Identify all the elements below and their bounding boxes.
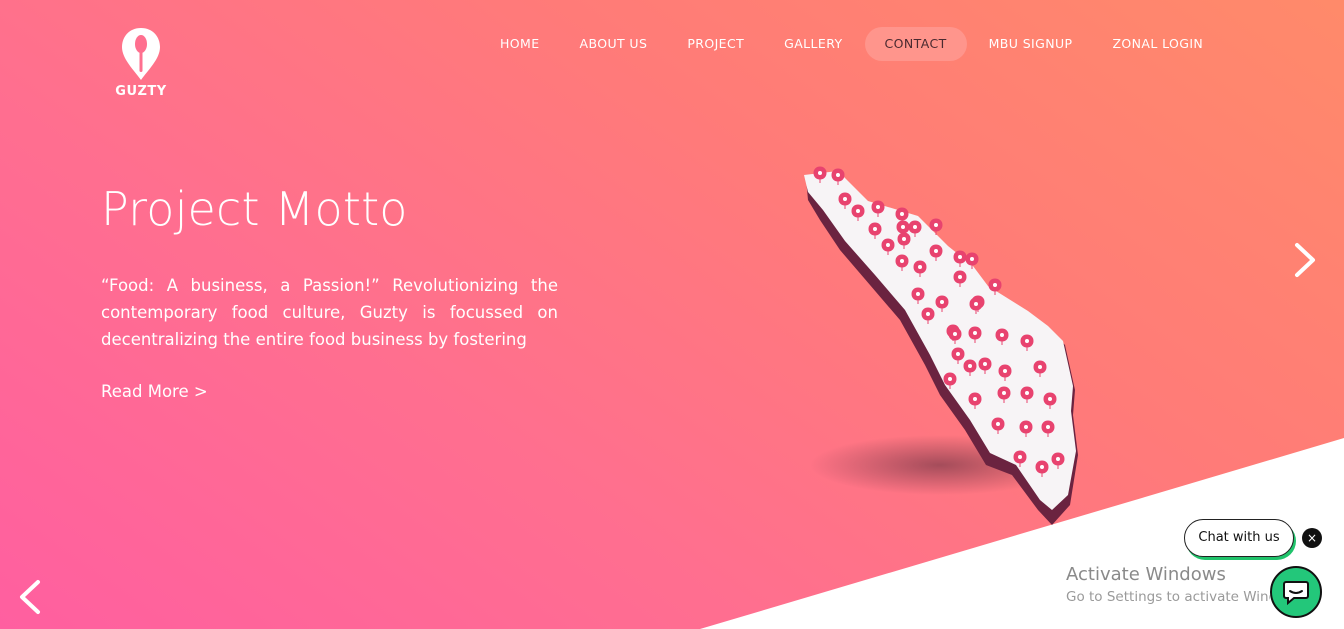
map-pin-dot: [886, 243, 890, 247]
map-pin-dot: [1038, 365, 1042, 369]
map-pin-dot: [1018, 455, 1022, 459]
nav-gallery[interactable]: GALLERY: [764, 27, 862, 61]
map-pin-dot: [1025, 391, 1029, 395]
map-pin-dot: [1002, 391, 1006, 395]
map-pin-dot: [900, 259, 904, 263]
slider-prev-button[interactable]: [12, 572, 52, 622]
map-pin-dot: [958, 275, 962, 279]
map-pin-dot: [1003, 369, 1007, 373]
chat-with-us-button[interactable]: Chat with us: [1184, 519, 1294, 557]
map-pin-dot: [956, 352, 960, 356]
brand-name: GUZTY: [115, 84, 167, 99]
map-pin-dot: [934, 223, 938, 227]
map-pin-dot: [996, 422, 1000, 426]
map-pin-dot: [983, 362, 987, 366]
map-pin-dot: [918, 265, 922, 269]
nav-contact[interactable]: CONTACT: [864, 27, 967, 61]
hero-title: Project Motto: [101, 182, 408, 236]
chat-bubble-icon: [1283, 581, 1309, 605]
main-navigation: HOME ABOUT US PROJECT GALLERY CONTACT MB…: [480, 27, 1223, 61]
map-pin-dot: [974, 302, 978, 306]
map-pin-dot: [934, 249, 938, 253]
map-pin-dot: [843, 197, 847, 201]
activate-windows-subtitle: Go to Settings to activate Windows.: [1066, 589, 1270, 605]
spoon-pin-logo-icon: [122, 28, 160, 80]
map-pin-dot: [876, 205, 880, 209]
map-pin-dot: [973, 331, 977, 335]
map-pin-dot: [973, 397, 977, 401]
map-pin-dot: [856, 209, 860, 213]
map-pin-dot: [1040, 465, 1044, 469]
map-pin-dot: [913, 225, 917, 229]
brand-logo[interactable]: GUZTY: [110, 26, 172, 102]
map-pin-dot: [1048, 397, 1052, 401]
map-pin-dot: [940, 300, 944, 304]
map-pin-dot: [916, 292, 920, 296]
chat-launcher-button[interactable]: [1270, 566, 1322, 618]
kerala-map-illustration: [790, 165, 1090, 545]
map-pin-dot: [1046, 425, 1050, 429]
map-pin-dot: [1000, 333, 1004, 337]
chevron-left-icon: [20, 580, 40, 614]
map-pin-dot: [970, 257, 974, 261]
map-pin-dot: [836, 173, 840, 177]
chat-close-button[interactable]: ×: [1302, 528, 1322, 548]
map-pin-dot: [873, 227, 877, 231]
nav-project[interactable]: PROJECT: [667, 27, 764, 61]
map-pin-dot: [1024, 425, 1028, 429]
chevron-right-icon: [1295, 243, 1315, 277]
hero-description: “Food: A business, a Passion!” Revolutio…: [101, 276, 558, 349]
nav-zonal-login[interactable]: ZONAL LOGIN: [1092, 27, 1223, 61]
map-pin-dot: [968, 364, 972, 368]
map-pin-dot: [818, 171, 822, 175]
map-pin-dot: [953, 332, 957, 336]
map-pin-dot: [1056, 457, 1060, 461]
map-pin-dot: [993, 283, 997, 287]
activate-windows-title: Activate Windows: [1066, 564, 1226, 585]
nav-about-us[interactable]: ABOUT US: [560, 27, 668, 61]
map-pin-dot: [901, 225, 905, 229]
read-more-link[interactable]: Read More >: [101, 382, 208, 401]
map-pin-dot: [958, 255, 962, 259]
map-pin-dot: [948, 377, 952, 381]
nav-mbu-signup[interactable]: MBU SIGNUP: [969, 27, 1093, 61]
map-pin-dot: [926, 312, 930, 316]
map-pin-dot: [902, 237, 906, 241]
map-pin-dot: [1025, 339, 1029, 343]
map-pin-dot: [900, 212, 904, 216]
nav-home[interactable]: HOME: [480, 27, 560, 61]
slider-next-button[interactable]: [1285, 235, 1325, 285]
